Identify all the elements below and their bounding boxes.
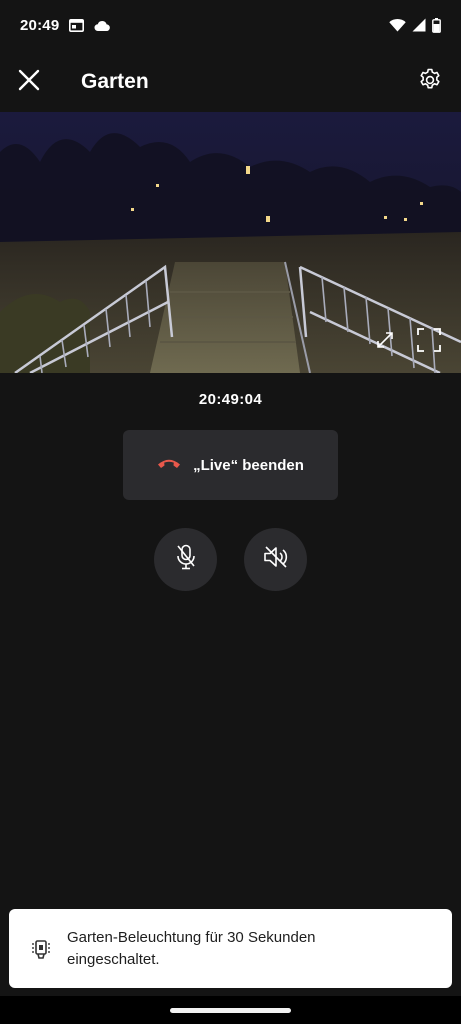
- microphone-toggle-button[interactable]: [154, 528, 217, 591]
- wifi-icon: [389, 18, 406, 32]
- battery-icon: [432, 17, 441, 33]
- speaker-muted-icon: [263, 545, 289, 574]
- calendar-icon: [69, 18, 85, 32]
- fullscreen-icon: [417, 327, 441, 357]
- gear-icon: [418, 68, 442, 97]
- end-live-button[interactable]: „Live“ beenden: [123, 430, 338, 500]
- signal-icon: [412, 18, 426, 32]
- hang-up-icon: [157, 456, 181, 474]
- system-navigation-bar: [0, 996, 461, 1024]
- live-view-screen: 20:49 Garten 20:49:04 „Live“ beenden Gar…: [0, 0, 461, 1024]
- expand-button[interactable]: [372, 329, 398, 355]
- status-time: 20:49: [20, 16, 60, 34]
- microphone-muted-icon: [175, 544, 197, 575]
- app-bar: Garten: [0, 52, 461, 112]
- speaker-toggle-button[interactable]: [244, 528, 307, 591]
- close-button[interactable]: [0, 53, 58, 111]
- page-title: Garten: [81, 70, 149, 93]
- home-gesture-handle[interactable]: [170, 1008, 291, 1013]
- close-icon: [18, 69, 40, 96]
- settings-button[interactable]: [401, 53, 459, 111]
- end-live-label: „Live“ beenden: [193, 456, 304, 474]
- expand-icon: [374, 329, 396, 356]
- fullscreen-button[interactable]: [416, 327, 442, 357]
- lighting-toast: Garten-Beleuchtung für 30 Sekunden einge…: [9, 909, 452, 988]
- status-bar: 20:49: [0, 0, 461, 50]
- cloud-icon: [94, 20, 111, 31]
- light-icon: [29, 935, 53, 963]
- live-timestamp: 20:49:04: [198, 391, 263, 408]
- toast-message: Garten-Beleuchtung für 30 Sekunden einge…: [67, 928, 316, 968]
